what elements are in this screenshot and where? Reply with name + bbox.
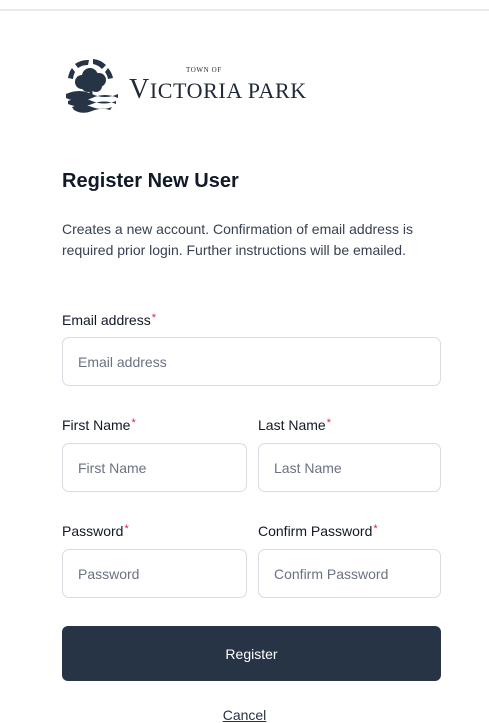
tree-emblem-icon bbox=[66, 59, 118, 113]
cancel-link[interactable]: Cancel bbox=[0, 707, 489, 723]
first-name-field[interactable] bbox=[62, 443, 247, 492]
form-description: Creates a new account. Confirmation of e… bbox=[62, 221, 413, 258]
last-name-label-text: Last Name bbox=[258, 417, 326, 433]
required-mark: * bbox=[124, 523, 129, 535]
password-label: Password* bbox=[62, 523, 129, 539]
required-mark: * bbox=[373, 523, 378, 535]
required-mark: * bbox=[131, 417, 136, 429]
email-label-text: Email address bbox=[62, 312, 151, 328]
password-field[interactable] bbox=[62, 549, 247, 598]
required-mark: * bbox=[326, 417, 331, 429]
confirm-password-field[interactable] bbox=[258, 549, 441, 598]
last-name-field[interactable] bbox=[258, 443, 441, 492]
register-button[interactable]: Register bbox=[62, 626, 441, 681]
logo-town-of: TOWN OF bbox=[186, 66, 222, 74]
first-name-label-text: First Name bbox=[62, 417, 131, 433]
logo-name: VICTORIA PARK bbox=[129, 74, 307, 106]
first-name-label: First Name* bbox=[62, 417, 136, 433]
last-name-label: Last Name* bbox=[258, 417, 331, 433]
email-label: Email address* bbox=[62, 312, 156, 328]
password-label-text: Password bbox=[62, 523, 124, 539]
top-divider bbox=[0, 9, 489, 11]
logo-name-rest: ICTORIA PARK bbox=[149, 78, 307, 103]
victoria-park-logo: TOWN OF VICTORIA PARK bbox=[62, 54, 306, 116]
required-mark: * bbox=[151, 312, 156, 324]
logo-initial: V bbox=[129, 74, 150, 105]
email-field[interactable] bbox=[62, 337, 441, 386]
page-title: Register New User bbox=[62, 170, 239, 192]
confirm-password-label: Confirm Password* bbox=[258, 523, 378, 539]
confirm-password-label-text: Confirm Password bbox=[258, 523, 373, 539]
logo-wordmark: TOWN OF VICTORIA PARK bbox=[129, 54, 306, 116]
